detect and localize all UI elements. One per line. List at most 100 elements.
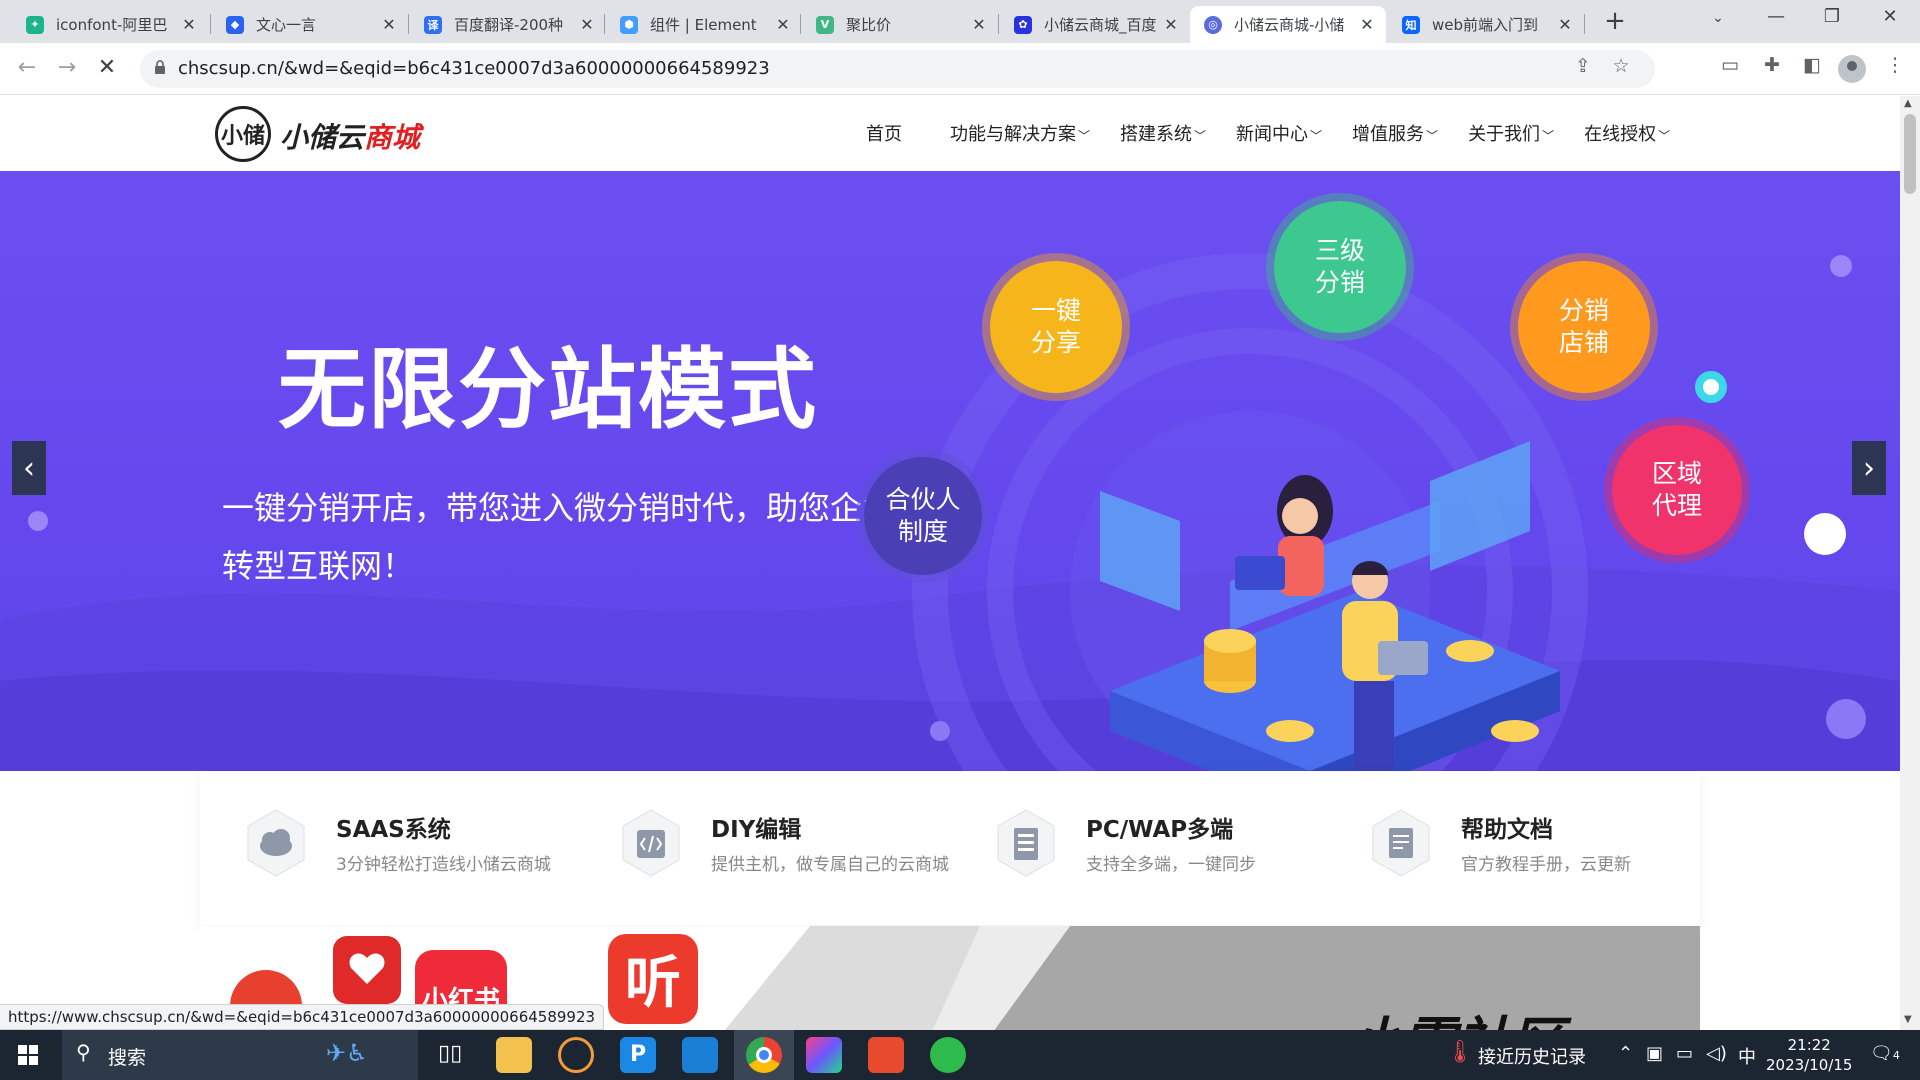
ime-indicator[interactable]: 中: [1738, 1043, 1756, 1069]
side-panel-icon[interactable]: ◧: [1797, 54, 1827, 76]
decor-dot: [28, 511, 48, 531]
tab-close-icon[interactable]: ✕: [180, 15, 198, 34]
baidu-paw-favicon-icon: ✿: [1014, 15, 1032, 34]
tab-close-icon[interactable]: ✕: [578, 15, 596, 34]
thermometer-icon: 🌡: [1446, 1040, 1474, 1065]
windows-taskbar: ⚲ 搜索 ✈♿ ▯▯ P 🌡 接近历史记录 ⌃ ▣ ▭ ◁) 中 21:22 2…: [0, 1030, 1920, 1080]
hero-banner[interactable]: 无限分站模式 一键分销开店，带您进入微分销时代，助您企业转型互联网！ 一键 分享…: [0, 171, 1900, 771]
bubble-partner: 合伙人 制度: [864, 457, 982, 575]
bookmark-star-icon[interactable]: ☆: [1606, 55, 1636, 77]
tab-title: 组件 | Element: [650, 16, 757, 34]
app-red-icon[interactable]: [868, 1037, 904, 1073]
page-scrollbar[interactable]: ▲ ▼: [1900, 96, 1920, 1030]
nav-item-about[interactable]: 关于我们 ﹀: [1468, 120, 1554, 146]
volume-icon[interactable]: ◁): [1706, 1043, 1727, 1064]
tab-close-icon[interactable]: ✕: [774, 15, 792, 34]
code-edit-icon: [622, 809, 680, 877]
tray-chevron-up-icon[interactable]: ⌃: [1618, 1043, 1633, 1064]
new-tab-plus-icon[interactable]: +: [1600, 6, 1630, 36]
scroll-up-arrow-icon[interactable]: ▲: [1904, 98, 1912, 109]
more-menu-icon[interactable]: ⋮: [1880, 54, 1910, 76]
profile-avatar[interactable]: [1838, 55, 1866, 83]
chrome-taskbar-active[interactable]: [734, 1030, 794, 1080]
nav-label: 新闻中心: [1236, 124, 1309, 145]
browser-tab[interactable]: ◆ 文心一言 ✕: [212, 6, 408, 43]
nav-item-home[interactable]: 首页: [866, 120, 902, 146]
nav-label: 功能与解决方案: [950, 124, 1076, 145]
nav-item-news[interactable]: 新闻中心 ﹀: [1236, 120, 1322, 146]
back-arrow-icon[interactable]: ←: [12, 55, 42, 80]
intellij-icon[interactable]: [806, 1037, 842, 1073]
tab-close-icon[interactable]: ✕: [1162, 15, 1180, 34]
slider-prev-arrow-icon[interactable]: ‹: [12, 441, 46, 495]
tab-close-icon[interactable]: ✕: [1358, 15, 1376, 34]
feature-title: 帮助文档: [1461, 817, 1553, 843]
nav-item-license[interactable]: 在线授权 ﹀: [1584, 120, 1670, 146]
web-page: 小储 小储云商城 首页 功能与解决方案 ﹀ 搭建系统 ﹀ 新闻中心 ﹀ 增值服务 ﹀ 关…: [0, 96, 1900, 1030]
browser-tab[interactable]: 知 web前端入门到 ✕: [1388, 6, 1584, 43]
address-bar[interactable]: chscsup.cn/&wd=&eqid=b6c431ce0007d3a6000…: [140, 50, 1655, 88]
promo-listen-text: 听: [625, 951, 681, 1016]
notification-center-icon[interactable]: 🗨4: [1870, 1043, 1900, 1064]
site-header: 小储 小储云商城 首页 功能与解决方案 ﹀ 搭建系统 ﹀ 新闻中心 ﹀ 增值服务 ﹀ 关…: [0, 96, 1900, 171]
scrollbar-thumb[interactable]: [1904, 114, 1916, 194]
tab-search-chevron-icon[interactable]: ⌄: [1700, 10, 1736, 26]
battery-icon[interactable]: ▭: [1676, 1043, 1693, 1064]
scroll-down-arrow-icon[interactable]: ▼: [1904, 1014, 1912, 1025]
tab-close-icon[interactable]: ✕: [380, 15, 398, 34]
restore-icon[interactable]: ❐: [1814, 6, 1850, 27]
clock-time: 21:22: [1787, 1036, 1831, 1054]
forward-arrow-icon[interactable]: →: [52, 55, 82, 80]
baidu-translate-favicon-icon: 译: [424, 15, 442, 34]
tab-close-icon[interactable]: ✕: [1556, 15, 1574, 34]
feature-strip: SAAS系统 3分钟轻松打造线小储云商城 DIY编辑 提供主机，做专属自己的云商…: [200, 772, 1700, 925]
site-logo-text[interactable]: 小储云商城: [280, 116, 420, 156]
bubble-one-click-share: 一键 分享: [990, 261, 1122, 393]
minimize-icon[interactable]: —: [1758, 6, 1794, 27]
tab-title: 小储云商城_百度: [1044, 16, 1157, 34]
browser-tab[interactable]: ✦ iconfont-阿里巴 ✕: [12, 6, 208, 43]
nav-item-services[interactable]: 增值服务 ﹀: [1352, 120, 1438, 146]
clock-date: 2023/10/15: [1766, 1056, 1853, 1074]
extension-card-icon[interactable]: ▭: [1715, 54, 1745, 76]
feature-title: DIY编辑: [711, 817, 802, 843]
slider-next-arrow-icon[interactable]: ›: [1852, 441, 1886, 495]
bubble-three-level: 三级 分销: [1274, 201, 1406, 333]
nav-item-build[interactable]: 搭建系统 ﹀: [1120, 120, 1206, 146]
app-orange-ring-icon[interactable]: [558, 1037, 594, 1073]
close-window-icon[interactable]: ✕: [1872, 6, 1908, 27]
nav-label: 在线授权: [1584, 124, 1657, 145]
stop-loading-icon[interactable]: ✕: [92, 55, 122, 80]
tab-title: 聚比价: [846, 16, 892, 34]
wechat-icon[interactable]: [930, 1037, 966, 1073]
search-highlight-icon: ✈♿: [326, 1039, 368, 1067]
browser-tab[interactable]: ⬢ 组件 | Element ✕: [606, 6, 802, 43]
extensions-puzzle-icon[interactable]: ✚: [1757, 54, 1787, 76]
browser-tab[interactable]: 译 百度翻译-200种 ✕: [410, 6, 606, 43]
weather-status-text[interactable]: 接近历史记录: [1478, 1043, 1586, 1069]
taskbar-search-text: 搜索: [108, 1047, 147, 1069]
file-explorer-icon[interactable]: [496, 1037, 532, 1073]
browser-tab-strip: ✦ iconfont-阿里巴 ✕ ◆ 文心一言 ✕ 译 百度翻译-200种 ✕ …: [0, 0, 1920, 43]
vscode-icon[interactable]: [682, 1037, 718, 1073]
devices-icon: [997, 809, 1055, 877]
browser-tab-active[interactable]: ◎ 小储云商城-小储 ✕: [1190, 6, 1386, 43]
site-logo-mark[interactable]: 小储: [215, 106, 271, 162]
pixso-app-icon[interactable]: P: [620, 1037, 656, 1073]
notification-count: 4: [1892, 1049, 1900, 1062]
chevron-down-icon: ﹀: [1310, 129, 1323, 143]
lock-icon: [155, 60, 165, 74]
browser-tab[interactable]: ✿ 小储云商城_百度 ✕: [1000, 6, 1190, 43]
promo-community-text: 小雷社区: [1348, 998, 1564, 1030]
task-view-icon[interactable]: ▯▯: [438, 1041, 462, 1066]
taskbar-search-box[interactable]: ⚲ 搜索 ✈♿: [62, 1030, 418, 1080]
browser-tab[interactable]: V 聚比价 ✕: [802, 6, 998, 43]
tray-shield-icon[interactable]: ▣: [1646, 1043, 1663, 1064]
chevron-down-icon: ﹀: [1078, 129, 1091, 143]
share-icon[interactable]: ⇪: [1568, 55, 1598, 77]
tab-close-icon[interactable]: ✕: [970, 15, 988, 34]
windows-start-icon[interactable]: [18, 1045, 38, 1065]
nav-item-solutions[interactable]: 功能与解决方案 ﹀: [950, 120, 1090, 146]
main-nav: 首页 功能与解决方案 ﹀ 搭建系统 ﹀ 新闻中心 ﹀ 增值服务 ﹀ 关于我们 ﹀ 在线授权…: [866, 120, 1700, 146]
taskbar-clock[interactable]: 21:22 2023/10/15: [1766, 1035, 1852, 1075]
